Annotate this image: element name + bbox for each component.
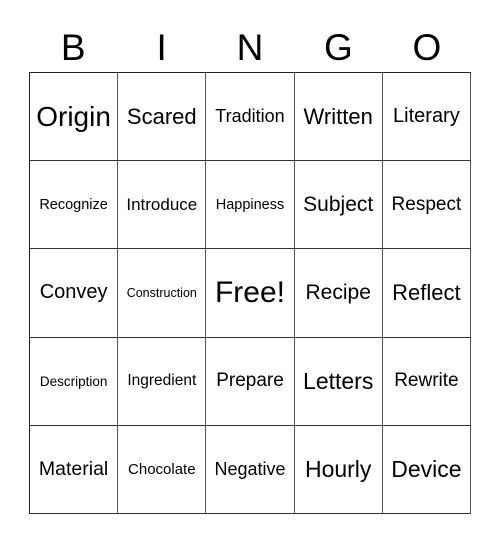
bingo-cell[interactable]: Ingredient bbox=[118, 337, 207, 426]
cell-word: Chocolate bbox=[128, 460, 196, 478]
cell-word: Written bbox=[303, 103, 373, 129]
header-letter-o: O bbox=[412, 27, 442, 68]
bingo-cell[interactable]: Prepare bbox=[206, 337, 295, 426]
free-space-cell[interactable]: Free! bbox=[206, 249, 295, 338]
bingo-cell[interactable]: Negative bbox=[206, 425, 295, 514]
cell-word: Free! bbox=[214, 275, 285, 309]
cell-word: Introduce bbox=[126, 194, 198, 214]
bingo-cell[interactable]: Material bbox=[30, 425, 119, 514]
bingo-cell[interactable]: Rewrite bbox=[382, 337, 471, 426]
cell-word: Recipe bbox=[305, 280, 371, 304]
cell-word: Literary bbox=[393, 105, 460, 128]
bingo-cell[interactable]: Happiness bbox=[206, 161, 295, 250]
header-letter-n: N bbox=[236, 27, 264, 68]
bingo-cell[interactable]: Recipe bbox=[294, 249, 383, 338]
cell-word: Device bbox=[391, 455, 462, 482]
header-letter-b: B bbox=[60, 27, 86, 68]
cell-word: Origin bbox=[36, 100, 111, 132]
bingo-cell[interactable]: Device bbox=[382, 425, 471, 514]
cell-word: Happiness bbox=[215, 196, 285, 213]
cell-word: Scared bbox=[126, 103, 197, 129]
cell-word: Negative bbox=[214, 458, 286, 479]
cell-word: Prepare bbox=[216, 370, 284, 392]
cell-word: Respect bbox=[391, 193, 462, 215]
cell-word: Recognize bbox=[39, 196, 108, 213]
cell-word: Construction bbox=[126, 285, 197, 300]
bingo-cell[interactable]: Letters bbox=[294, 337, 383, 426]
cell-word: Ingredient bbox=[127, 372, 197, 390]
bingo-cell[interactable]: Respect bbox=[382, 161, 471, 250]
cell-word: Reflect bbox=[392, 279, 461, 305]
bingo-cell[interactable]: Description bbox=[30, 337, 119, 426]
bingo-cell[interactable]: Subject bbox=[294, 161, 383, 250]
cell-word: Letters bbox=[303, 367, 374, 394]
bingo-cell[interactable]: Convey bbox=[30, 249, 119, 338]
bingo-cell[interactable]: Origin bbox=[30, 73, 119, 162]
cell-word: Convey bbox=[39, 281, 108, 304]
bingo-cell[interactable]: Reflect bbox=[382, 249, 471, 338]
bingo-cell[interactable]: Construction bbox=[118, 249, 207, 338]
bingo-cell[interactable]: Tradition bbox=[206, 73, 295, 162]
header-letter-i: I bbox=[156, 27, 167, 68]
cell-word: Description bbox=[39, 373, 108, 389]
bingo-cell[interactable]: Introduce bbox=[118, 161, 207, 250]
bingo-cell[interactable]: Scared bbox=[118, 73, 207, 162]
bingo-cell[interactable]: Recognize bbox=[30, 161, 119, 250]
bingo-board: Origin Scared Tradition Written Literary Reco… bbox=[29, 72, 471, 514]
bingo-cell[interactable]: Written bbox=[294, 73, 383, 162]
cell-word: Material bbox=[38, 457, 109, 480]
cell-word: Subject bbox=[303, 192, 374, 216]
bingo-header: B I N G O bbox=[29, 26, 471, 70]
header-letter-g: G bbox=[324, 27, 353, 68]
cell-word: Tradition bbox=[215, 106, 285, 127]
bingo-cell[interactable]: Chocolate bbox=[118, 425, 207, 514]
bingo-cell[interactable]: Hourly bbox=[294, 425, 383, 514]
cell-word: Hourly bbox=[304, 455, 372, 482]
cell-word: Rewrite bbox=[394, 370, 459, 392]
bingo-cell[interactable]: Literary bbox=[382, 73, 471, 162]
